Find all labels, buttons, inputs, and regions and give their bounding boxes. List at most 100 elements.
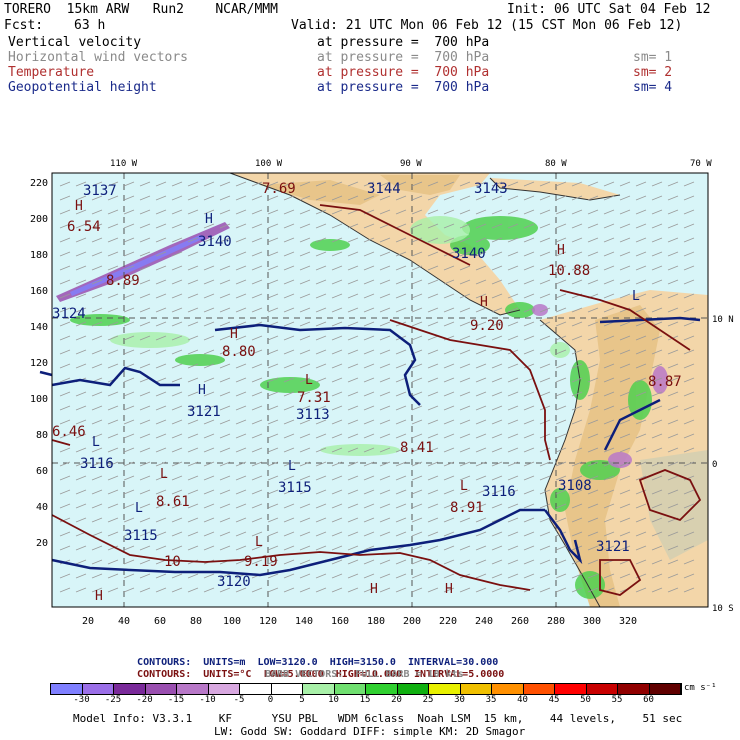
height-label: 3116	[482, 484, 516, 500]
colorbar-swatch	[460, 684, 492, 694]
temp-label: 8.89	[106, 273, 140, 289]
temp-label: 8.41	[400, 440, 434, 456]
svg-text:H: H	[370, 582, 378, 597]
colorbar-swatch	[145, 684, 177, 694]
latitude-labels: 10 N 0 10 S	[712, 315, 734, 614]
svg-text:20: 20	[36, 538, 48, 549]
field-level: at pressure = 700 hPa	[317, 50, 490, 65]
svg-text:L: L	[135, 501, 143, 516]
svg-text:140: 140	[30, 322, 48, 333]
svg-text:L: L	[255, 535, 263, 550]
svg-text:120: 120	[30, 358, 48, 369]
field-level: at pressure = 700 hPa	[317, 35, 490, 50]
colorbar-swatch	[492, 684, 524, 694]
svg-text:120: 120	[259, 616, 277, 627]
model-info: Model Info: V3.3.1 KF YSU PBL WDM 6class…	[73, 712, 683, 725]
physics-info: LW: Godd SW: Goddard DIFF: simple KM: 2D…	[214, 725, 526, 738]
colorbar-label: 20	[391, 695, 402, 705]
height-label: 3121	[596, 539, 630, 555]
svg-text:L: L	[92, 435, 100, 450]
valid-time: Valid: 21 UTC Mon 06 Feb 12 (15 CST Mon …	[291, 18, 683, 33]
colorbar-swatch	[397, 684, 429, 694]
svg-text:220: 220	[439, 616, 457, 627]
colorbar-label: 55	[611, 695, 623, 705]
barb-legend: BARB VECTORS: FULL BARB = 10 kts	[265, 669, 464, 680]
colorbar-label: 50	[580, 695, 591, 705]
height-label: 3140	[452, 246, 486, 262]
svg-text:L: L	[305, 373, 313, 388]
lon-label: 80 W	[545, 159, 567, 169]
svg-text:100: 100	[30, 394, 48, 405]
height-label: 3121	[187, 404, 221, 420]
vertical-velocity-colorbar	[50, 683, 682, 695]
svg-text:10 N: 10 N	[712, 315, 734, 325]
svg-text:H: H	[445, 582, 453, 597]
colorbar-swatch	[303, 684, 335, 694]
colorbar-swatch	[366, 684, 398, 694]
lon-label: 70 W	[690, 159, 712, 169]
colorbar-label: 60	[643, 695, 654, 705]
svg-text:180: 180	[367, 616, 385, 627]
svg-text:20: 20	[82, 616, 94, 627]
colorbar-units: cm s⁻¹	[684, 683, 717, 693]
svg-text:260: 260	[511, 616, 529, 627]
field-smoothing: sm= 1	[633, 50, 673, 65]
height-label: 3144	[367, 181, 401, 197]
temp-label: 6.54	[67, 219, 101, 235]
temp-label: 10	[164, 554, 181, 570]
colorbar-label: 0	[267, 695, 274, 705]
height-label: 3116	[80, 456, 114, 472]
field-name-wind: Horizontal wind vectors	[8, 50, 189, 65]
temp-label: 9.19	[244, 554, 278, 570]
svg-text:H: H	[205, 212, 213, 227]
colorbar-label: 5	[299, 695, 305, 705]
temp-label: 7.69	[262, 181, 296, 197]
svg-text:0: 0	[712, 460, 717, 470]
colorbar-label: 30	[454, 695, 465, 705]
colorbar-swatch	[240, 684, 272, 694]
svg-text:180: 180	[30, 250, 48, 261]
forecast-hour: 63 h	[74, 18, 106, 33]
colorbar-label: 35	[485, 695, 497, 705]
colorbar-label: -25	[104, 695, 122, 705]
init-time: Init: 06 UTC Sat 04 Feb 12	[507, 2, 711, 17]
lon-label: 110 W	[110, 159, 138, 169]
svg-text:160: 160	[30, 286, 48, 297]
y-tick-labels: 220 200 180 160 140 120 100 80 60 40 20	[30, 178, 48, 549]
temp-label: 8.61	[156, 494, 190, 510]
height-label: 3113	[296, 407, 330, 423]
colorbar-swatch	[208, 684, 240, 694]
svg-text:L: L	[632, 289, 640, 304]
svg-text:320: 320	[619, 616, 637, 627]
svg-text:40: 40	[36, 502, 48, 513]
colorbar-swatch	[618, 684, 650, 694]
svg-text:H: H	[95, 589, 103, 604]
svg-text:H: H	[230, 327, 238, 342]
weather-map: 110 W 100 W 90 W 80 W 70 W 20 40 60 80 1…	[30, 159, 734, 627]
svg-text:200: 200	[30, 214, 48, 225]
field-smoothing: sm= 2	[633, 65, 673, 80]
field-level: at pressure = 700 hPa	[317, 80, 490, 95]
svg-text:300: 300	[583, 616, 601, 627]
svg-text:L: L	[460, 479, 468, 494]
svg-text:H: H	[198, 383, 206, 398]
colorbar-label: -20	[136, 695, 153, 705]
forecast-label: Fcst:	[4, 18, 44, 33]
colorbar-swatch	[114, 684, 146, 694]
field-name-geopotential: Geopotential height	[8, 80, 157, 95]
x-tick-labels: 20 40 60 80 100 120 140 160 180 200 220 …	[82, 616, 637, 627]
svg-text:280: 280	[547, 616, 565, 627]
svg-text:200: 200	[403, 616, 421, 627]
colorbar-swatch	[334, 684, 366, 694]
svg-text:H: H	[75, 199, 83, 214]
colorbar-label: -30	[73, 695, 90, 705]
svg-text:10 S: 10 S	[712, 604, 734, 614]
svg-text:H: H	[557, 243, 565, 258]
colorbar-swatch	[523, 684, 555, 694]
height-label: 3143	[474, 181, 508, 197]
colorbar-label: -15	[167, 695, 185, 705]
svg-text:H: H	[480, 295, 488, 310]
svg-text:60: 60	[36, 466, 48, 477]
svg-text:100: 100	[223, 616, 241, 627]
height-label: 3115	[124, 528, 158, 544]
